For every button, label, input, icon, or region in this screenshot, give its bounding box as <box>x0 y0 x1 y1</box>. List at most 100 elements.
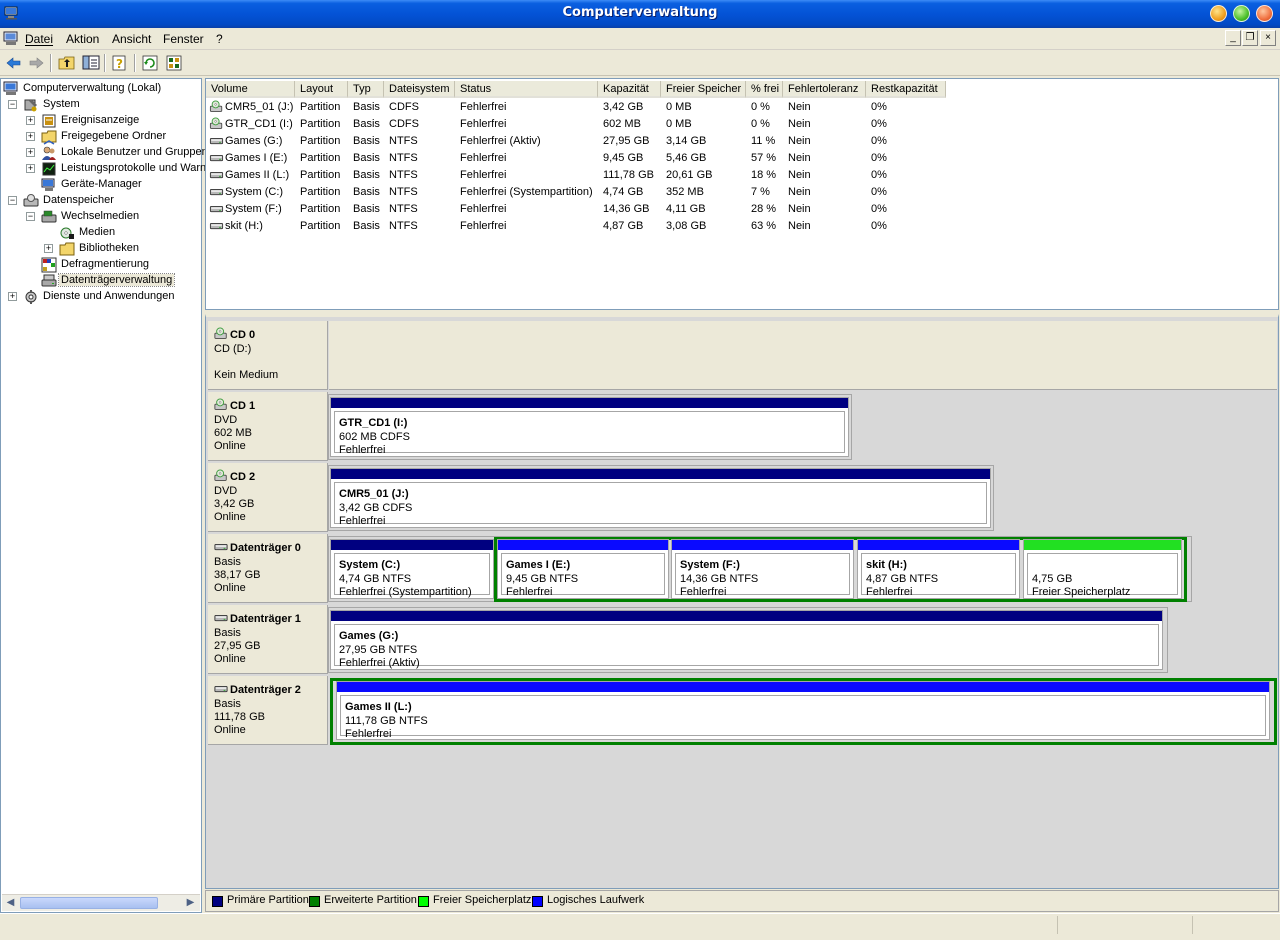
forward-icon[interactable] <box>27 54 45 72</box>
volume-cell: Fehlerfrei <box>460 118 507 130</box>
close-button[interactable] <box>1256 5 1273 22</box>
volume-cell: 352 MB <box>666 186 704 198</box>
menu-datei[interactable]: Datei <box>25 32 53 46</box>
expand-icon[interactable]: + <box>8 292 17 301</box>
mdi-close-button[interactable]: × <box>1260 30 1276 46</box>
column-header[interactable]: Kapazität <box>598 81 661 98</box>
column-header[interactable]: Fehlertoleranz <box>783 81 866 98</box>
partition[interactable]: GTR_CD1 (I:) 602 MB CDFS Fehlerfrei <box>330 397 849 457</box>
partition-size: 4,75 GB <box>1032 573 1073 585</box>
minimize-button[interactable] <box>1210 5 1227 22</box>
partition[interactable]: Games I (E:) 9,45 GB NTFS Fehlerfrei <box>497 539 669 599</box>
disk-label[interactable]: Datenträger 0 Basis 38,17 GB Online <box>208 534 328 603</box>
scroll-left-icon[interactable]: ◀ <box>3 896 18 911</box>
column-header[interactable]: Freier Speicher <box>661 81 746 98</box>
cd-drive-icon <box>209 117 223 129</box>
partition-name: GTR_CD1 (I:) <box>339 417 408 429</box>
expand-icon[interactable]: + <box>26 148 35 157</box>
partition-type-bar <box>331 398 848 408</box>
up-folder-icon[interactable] <box>58 54 76 72</box>
disk-label[interactable]: CD 1 DVD 602 MB Online <box>208 392 328 461</box>
console-tree[interactable]: Computerverwaltung (Lokal) − System + Ereign… <box>0 78 237 913</box>
expand-icon[interactable]: + <box>44 244 53 253</box>
disk-graphical-view[interactable]: CD 0 CD (D:) Kein Medium CD 1 DVD 602 MB Onlin… <box>205 314 1279 889</box>
computer-management-icon[interactable] <box>3 31 19 46</box>
column-header[interactable]: Status <box>455 81 598 98</box>
partition-body: skit (H:) 4,87 GB NTFS Fehlerfrei <box>861 553 1016 598</box>
volume-row[interactable]: Games II (L:) Partition Basis NTFS Fehlerfre… <box>206 167 1278 184</box>
disk-info: Online <box>214 582 246 594</box>
volume-cell: Basis <box>353 152 380 164</box>
collapse-icon[interactable]: − <box>8 100 17 109</box>
disk-label[interactable]: CD 2 DVD 3,42 GB Online <box>208 463 328 532</box>
volume-cell: CMR5_01 (J:) <box>225 101 294 113</box>
partition-name: skit (H:) <box>866 559 907 571</box>
column-header[interactable]: Layout <box>295 81 348 98</box>
scroll-right-icon[interactable]: ▶ <box>183 896 198 911</box>
svg-text:?: ? <box>116 57 123 71</box>
maximize-button[interactable] <box>1233 5 1250 22</box>
column-header[interactable]: Volume <box>206 81 295 98</box>
volume-row[interactable]: System (C:) Partition Basis NTFS Fehlerfrei … <box>206 184 1278 201</box>
partition[interactable]: 4,75 GB Freier Speicherplatz <box>1023 539 1182 599</box>
expand-icon[interactable]: + <box>26 164 35 173</box>
partition[interactable]: skit (H:) 4,87 GB NTFS Fehlerfrei <box>857 539 1020 599</box>
volume-cell: GTR_CD1 (I:) <box>225 118 293 130</box>
volume-row[interactable]: Games I (E:) Partition Basis NTFS Fehlerfrei… <box>206 150 1278 167</box>
show-hide-tree-icon[interactable] <box>82 54 100 72</box>
mdi-restore-button[interactable]: ❐ <box>1242 30 1258 46</box>
scrollbar-thumb[interactable] <box>20 897 158 909</box>
volume-cell: 3,42 GB <box>603 101 644 113</box>
menu-fenster[interactable]: Fenster <box>163 32 204 46</box>
partition-type-bar <box>331 469 990 479</box>
partition-status: Fehlerfrei (Aktiv) <box>339 657 420 669</box>
column-header[interactable]: Restkapazität <box>866 81 946 98</box>
back-icon[interactable] <box>5 54 23 72</box>
tree-node-label: Medien <box>79 226 116 238</box>
volume-cell: 4,87 GB <box>603 220 644 232</box>
menu-help[interactable]: ? <box>216 32 223 46</box>
help-icon[interactable]: ? <box>111 54 129 72</box>
collapse-icon[interactable]: − <box>26 212 35 221</box>
hard-disk-icon <box>209 205 224 213</box>
disk-label[interactable]: Datenträger 1 Basis 27,95 GB Online <box>208 605 328 674</box>
menu-ansicht[interactable]: Ansicht <box>112 32 151 46</box>
partition[interactable]: CMR5_01 (J:) 3,42 GB CDFS Fehlerfrei <box>330 468 991 528</box>
volume-list[interactable]: Volume Layout Typ Dateisystem Status Kapazitä… <box>205 78 1279 310</box>
tree-horizontal-scrollbar[interactable]: ◀ ▶ <box>2 894 200 911</box>
column-header[interactable]: Typ <box>348 81 384 98</box>
disk-name: CD 0 <box>230 329 256 341</box>
partition[interactable]: Games (G:) 27,95 GB NTFS Fehlerfrei (Aktiv… <box>330 610 1163 670</box>
expand-icon[interactable]: + <box>26 116 35 125</box>
partition[interactable]: System (F:) 14,36 GB NTFS Fehlerfrei <box>671 539 854 599</box>
volume-row[interactable]: skit (H:) Partition Basis NTFS Fehlerfrei 4,8… <box>206 218 1278 235</box>
properties-icon[interactable] <box>165 54 183 72</box>
disk-label[interactable]: CD 0 CD (D:) Kein Medium <box>208 321 328 390</box>
volume-row[interactable]: System (F:) Partition Basis NTFS Fehlerfrei 1… <box>206 201 1278 218</box>
volume-cell: System (F:) <box>225 203 282 215</box>
cd-drive-icon <box>214 398 227 410</box>
partition-name: Games I (E:) <box>506 559 571 571</box>
title-bar[interactable]: Computerverwaltung <box>0 0 1280 28</box>
collapse-icon[interactable]: − <box>8 196 17 205</box>
volume-cell: 0 % <box>751 101 770 113</box>
expand-icon[interactable]: + <box>26 132 35 141</box>
volume-cell: Basis <box>353 135 380 147</box>
menu-aktion[interactable]: Aktion <box>66 32 99 46</box>
partition[interactable]: System (C:) 4,74 GB NTFS Fehlerfrei (Syste… <box>330 539 494 599</box>
volume-row[interactable]: CMR5_01 (J:) Partition Basis CDFS Fehlerfrei… <box>206 99 1278 116</box>
volume-cell: NTFS <box>389 203 418 215</box>
volume-row[interactable]: GTR_CD1 (I:) Partition Basis CDFS Fehlerfrei… <box>206 116 1278 133</box>
disk-label[interactable]: Datenträger 2 Basis 111,78 GB Online <box>208 676 328 745</box>
legend-swatch <box>212 896 223 907</box>
column-header[interactable]: Dateisystem <box>384 81 455 98</box>
partition-status: Fehlerfrei <box>866 586 913 598</box>
volume-cell: Games (G:) <box>225 135 283 147</box>
partition[interactable]: Games II (L:) 111,78 GB NTFS Fehlerfrei <box>336 681 1270 740</box>
column-header[interactable]: % frei <box>746 81 783 98</box>
refresh-icon[interactable] <box>141 54 159 72</box>
volume-cell: Partition <box>300 135 341 147</box>
partition-body: CMR5_01 (J:) 3,42 GB CDFS Fehlerfrei <box>334 482 987 527</box>
volume-row[interactable]: Games (G:) Partition Basis NTFS Fehlerfrei (… <box>206 133 1278 150</box>
mdi-minimize-button[interactable]: _ <box>1225 30 1241 46</box>
